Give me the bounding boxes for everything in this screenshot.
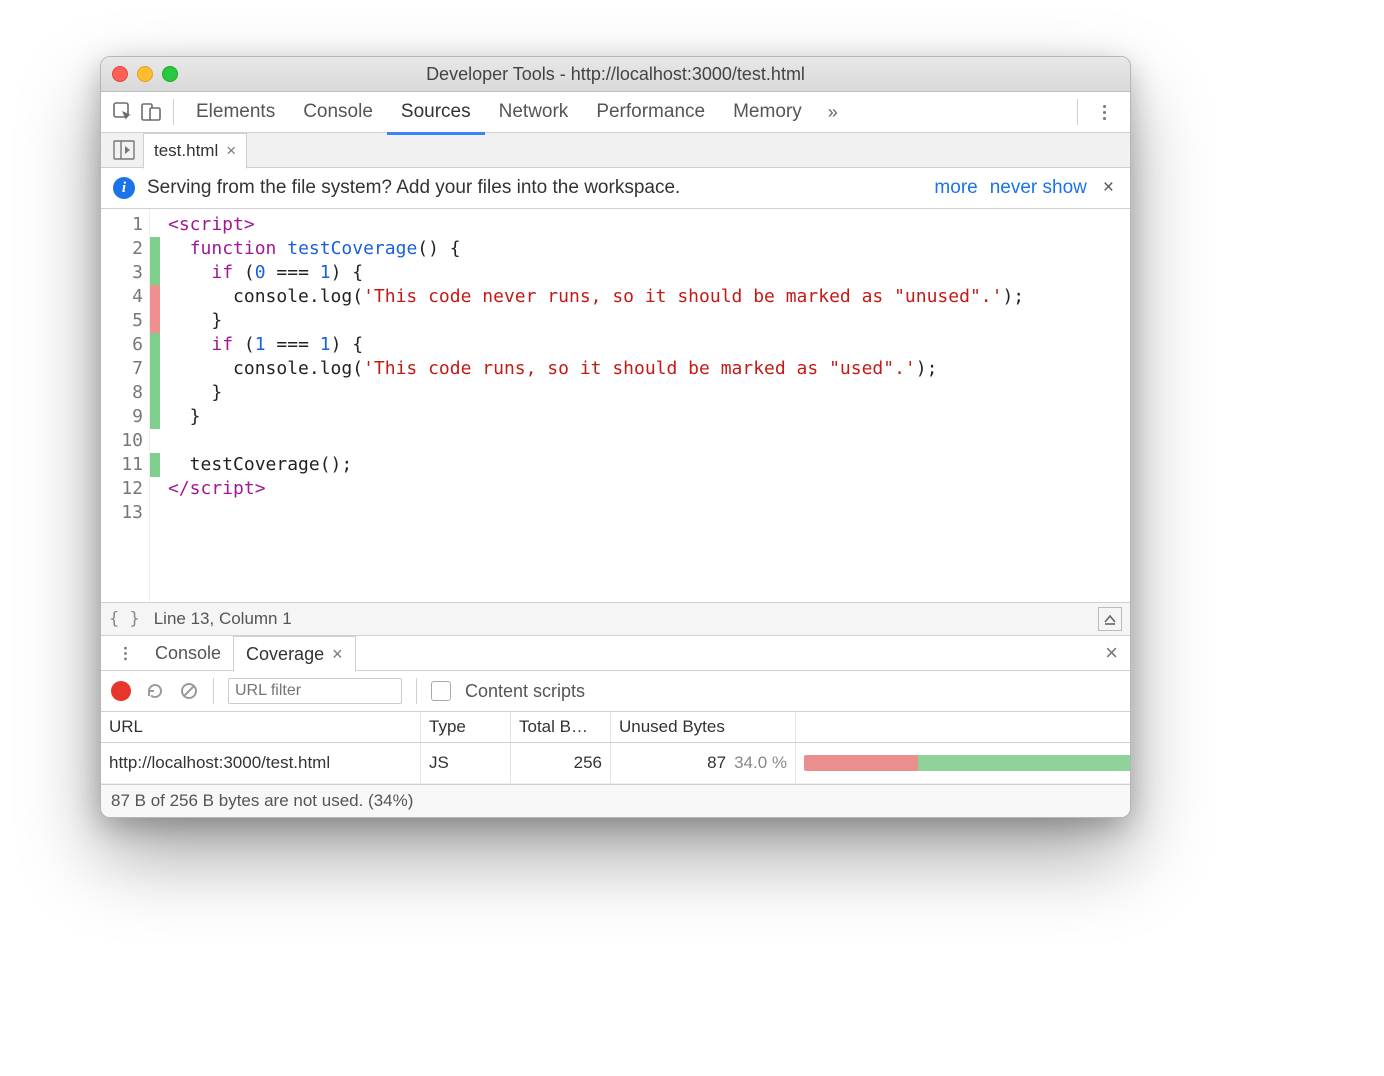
more-tabs-button[interactable]: »	[816, 102, 845, 123]
info-icon: i	[113, 177, 135, 199]
close-icon[interactable]: ×	[1099, 177, 1118, 199]
window-minimize-button[interactable]	[137, 66, 153, 82]
coverage-table: URLTypeTotal B…Unused Bytes http://local…	[101, 712, 1130, 784]
line-number-gutter: 12345678910111213	[101, 209, 150, 602]
column-header[interactable]: Type	[421, 712, 511, 742]
tab-performance[interactable]: Performance	[582, 92, 719, 132]
drawer-tab-console[interactable]: Console	[143, 636, 233, 670]
column-header[interactable]: Unused Bytes	[611, 712, 796, 742]
window-maximize-button[interactable]	[162, 66, 178, 82]
cell-unused: 8734.0 %	[611, 743, 796, 783]
infobar-more-link[interactable]: more	[934, 177, 977, 199]
cell-type: JS	[421, 743, 511, 783]
drawer-tab-coverage[interactable]: Coverage×	[233, 636, 356, 672]
clear-icon[interactable]	[179, 681, 199, 701]
inspect-element-icon[interactable]	[109, 98, 137, 126]
infobar-text: Serving from the file system? Add your f…	[147, 177, 680, 199]
titlebar: Developer Tools - http://localhost:3000/…	[101, 57, 1130, 92]
drawer-tabstrip: ConsoleCoverage× ×	[101, 636, 1130, 671]
navigator-toggle-button[interactable]	[109, 137, 139, 163]
cursor-position: Line 13, Column 1	[154, 609, 292, 629]
close-drawer-button[interactable]: ×	[1099, 640, 1124, 666]
drawer-menu-button[interactable]	[109, 646, 141, 660]
devtools-window: Developer Tools - http://localhost:3000/…	[100, 56, 1131, 818]
coverage-gutter	[150, 209, 160, 602]
file-tab-row: test.html ×	[101, 133, 1130, 168]
collapse-drawer-button[interactable]	[1098, 607, 1122, 631]
window-title: Developer Tools - http://localhost:3000/…	[101, 64, 1130, 85]
content-scripts-label: Content scripts	[465, 681, 585, 702]
main-tabstrip: ElementsConsoleSourcesNetworkPerformance…	[101, 92, 1130, 133]
reload-icon[interactable]	[145, 681, 165, 701]
tab-elements[interactable]: Elements	[182, 92, 289, 132]
workspace-infobar: i Serving from the file system? Add your…	[101, 168, 1130, 209]
record-button[interactable]	[111, 681, 131, 701]
column-header-usage	[796, 712, 1130, 742]
settings-menu-button[interactable]	[1086, 105, 1122, 120]
window-close-button[interactable]	[112, 66, 128, 82]
close-icon[interactable]: ×	[226, 141, 236, 161]
tab-memory[interactable]: Memory	[719, 92, 816, 132]
file-tab-active[interactable]: test.html ×	[143, 133, 247, 169]
table-row[interactable]: http://localhost:3000/test.htmlJS2568734…	[101, 743, 1130, 784]
source-editor[interactable]: 12345678910111213 <script> function test…	[101, 209, 1130, 602]
cell-total: 256	[511, 743, 611, 783]
column-header[interactable]: Total B…	[511, 712, 611, 742]
content-scripts-checkbox[interactable]	[431, 681, 451, 701]
coverage-table-header: URLTypeTotal B…Unused Bytes	[101, 712, 1130, 743]
file-tab-label: test.html	[154, 141, 218, 161]
infobar-never-show-link[interactable]: never show	[990, 177, 1087, 199]
coverage-summary: 87 B of 256 B bytes are not used. (34%)	[101, 784, 1130, 817]
tab-network[interactable]: Network	[485, 92, 583, 132]
tab-console[interactable]: Console	[289, 92, 387, 132]
cell-usage-bar	[796, 743, 1131, 783]
device-toolbar-icon[interactable]	[137, 98, 165, 126]
close-icon[interactable]: ×	[332, 644, 343, 665]
pretty-print-button[interactable]: { }	[109, 609, 140, 629]
editor-statusbar: { } Line 13, Column 1	[101, 602, 1130, 636]
coverage-toolbar: Content scripts	[101, 671, 1130, 712]
code-area[interactable]: <script> function testCoverage() { if (0…	[160, 209, 1130, 602]
tab-sources[interactable]: Sources	[387, 92, 485, 135]
column-header[interactable]: URL	[101, 712, 421, 742]
cell-url: http://localhost:3000/test.html	[101, 743, 421, 783]
url-filter-input[interactable]	[228, 678, 402, 704]
